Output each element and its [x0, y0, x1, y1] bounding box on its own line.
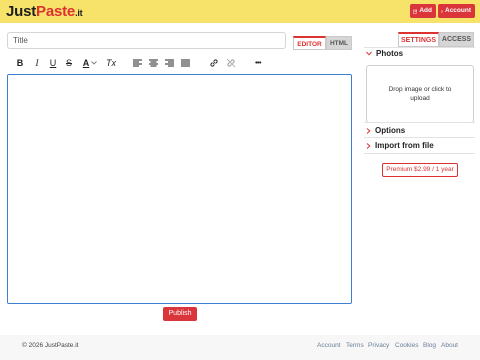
align-left-icon	[132, 59, 142, 67]
chevron-down-icon	[91, 61, 98, 65]
footer-link-terms[interactable]: Terms	[346, 342, 364, 349]
sidebar-divider	[364, 122, 475, 123]
align-justify-icon	[180, 59, 190, 67]
italic-button[interactable]: I	[32, 54, 42, 72]
align-right-icon	[164, 59, 174, 67]
logo-it: .it	[75, 8, 83, 18]
underline-button[interactable]: U	[48, 54, 58, 72]
text-color-button[interactable]: A	[80, 54, 100, 72]
footer-link-cookies[interactable]: Cookies	[395, 342, 418, 349]
options-section-toggle[interactable]: Options	[366, 126, 405, 135]
text-color-glyph: A	[82, 58, 90, 68]
align-center-button[interactable]	[148, 54, 158, 72]
sidebar-divider	[364, 47, 475, 48]
clear-format-glyph: Tx	[106, 58, 116, 68]
photos-section-toggle[interactable]: Photos	[366, 49, 403, 58]
logo-just: Just	[6, 3, 37, 20]
sidebar-divider	[364, 137, 475, 138]
options-label: Options	[375, 126, 406, 135]
align-center-icon	[148, 59, 158, 67]
sidebar-divider	[364, 153, 475, 154]
add-button[interactable]: Add	[410, 4, 436, 18]
more-glyph: •••	[255, 59, 261, 67]
image-dropzone[interactable]: Drop image or click to upload	[366, 65, 474, 123]
footer-link-account[interactable]: Account	[317, 342, 341, 349]
unlink-icon	[226, 58, 235, 68]
tab-html[interactable]: HTML	[326, 36, 352, 50]
align-justify-button[interactable]	[180, 54, 190, 72]
bold-glyph: B	[16, 58, 24, 68]
title-input[interactable]	[7, 32, 286, 49]
logo-paste: Paste	[36, 3, 76, 20]
chevron-right-icon	[366, 127, 371, 134]
edit-icon	[413, 9, 418, 13]
user-icon	[441, 10, 443, 12]
more-button[interactable]: •••	[251, 54, 265, 72]
import-label: Import from file	[375, 141, 434, 150]
premium-button[interactable]: Premium $2.99 / 1 year	[382, 163, 458, 177]
copyright-text: © 2026 JustPaste.it	[22, 342, 79, 349]
italic-glyph: I	[35, 58, 39, 68]
chevron-down-icon	[366, 51, 372, 56]
add-button-label: Add	[419, 7, 432, 14]
footer-link-about[interactable]: About	[441, 342, 458, 349]
align-left-button[interactable]	[132, 54, 142, 72]
account-button[interactable]: Account	[438, 4, 475, 18]
tab-access[interactable]: ACCESS	[439, 32, 474, 47]
photos-label: Photos	[376, 49, 404, 58]
import-section-toggle[interactable]: Import from file	[366, 141, 434, 150]
unlink-button[interactable]	[225, 54, 236, 72]
top-header: JustPaste.it Add Account	[0, 0, 480, 23]
dropzone-text: Drop image or click to upload	[388, 86, 452, 102]
tab-editor[interactable]: EDITOR	[293, 36, 326, 50]
link-icon	[209, 59, 218, 67]
tab-settings[interactable]: SETTINGS	[398, 32, 439, 47]
strikethrough-glyph: S	[65, 58, 72, 68]
footer-link-privacy[interactable]: Privacy	[368, 342, 389, 349]
editor-area[interactable]	[7, 74, 352, 304]
underline-glyph: U	[49, 58, 57, 68]
clear-format-button[interactable]: Tx	[105, 54, 117, 72]
justpaste-logo[interactable]: JustPaste.it	[6, 3, 83, 22]
link-button[interactable]	[208, 54, 219, 72]
editor-toolbar: B I U S A Tx •••	[7, 54, 352, 72]
align-right-button[interactable]	[164, 54, 174, 72]
publish-button[interactable]: Publish	[163, 307, 197, 321]
account-button-label: Account	[445, 7, 471, 14]
strikethrough-button[interactable]: S	[64, 54, 74, 72]
bold-button[interactable]: B	[15, 54, 25, 72]
chevron-right-icon	[366, 142, 371, 149]
footer-link-blog[interactable]: Blog	[423, 342, 436, 349]
